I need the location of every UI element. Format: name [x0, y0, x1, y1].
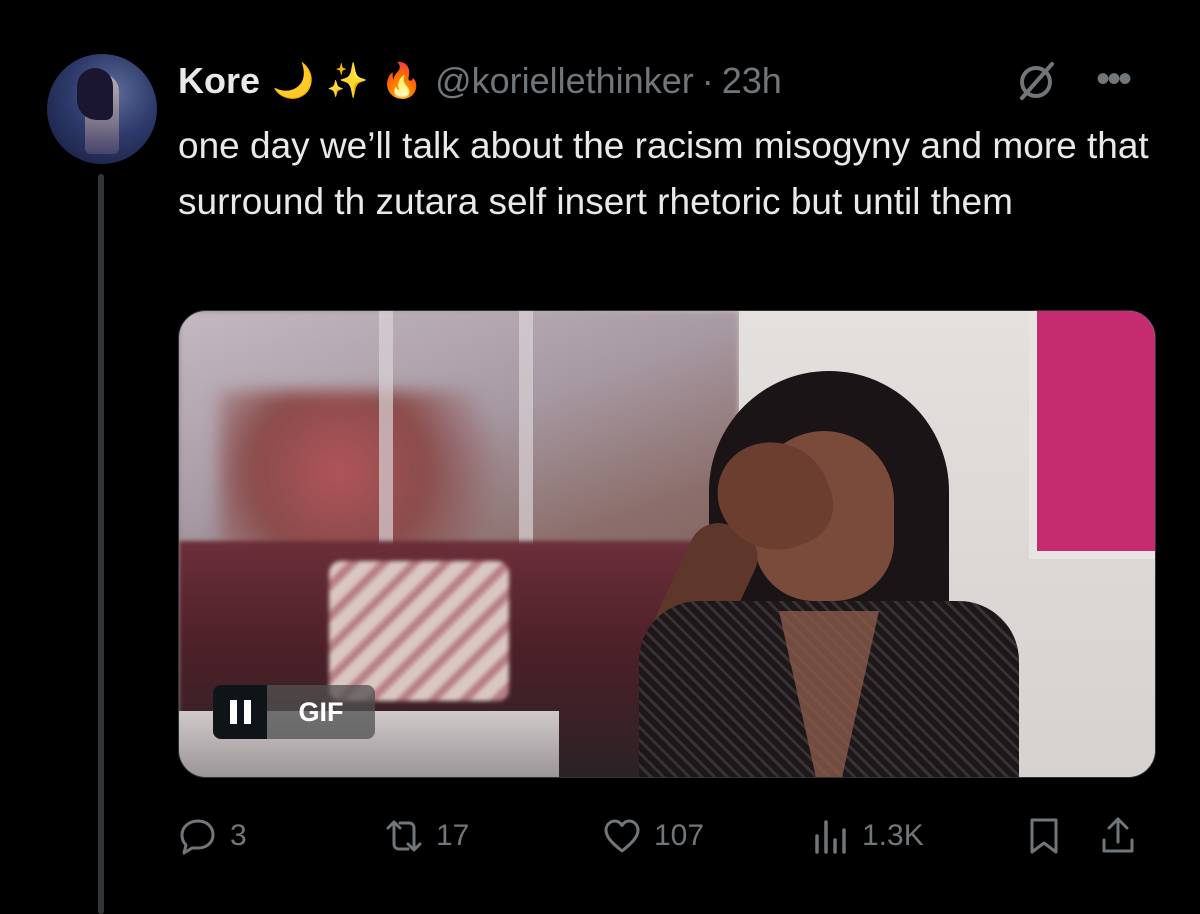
views-icon	[815, 820, 846, 854]
bookmark-button[interactable]	[1024, 810, 1076, 862]
repost-count: 17	[436, 819, 470, 852]
reply-icon	[180, 819, 215, 855]
moon-emoji: 🌙	[272, 62, 315, 100]
grok-icon[interactable]	[1014, 60, 1058, 104]
bookmark-icon	[1030, 818, 1058, 854]
pause-icon[interactable]	[213, 685, 267, 739]
author-handle[interactable]: @korielle​thinker	[435, 60, 694, 102]
avatar-hair	[77, 68, 113, 120]
tweet-actions: 3 17 107 1.3K	[178, 810, 1154, 862]
gif-pillow	[329, 561, 509, 701]
share-button[interactable]	[1098, 810, 1150, 862]
repost-icon	[386, 820, 422, 852]
views-button[interactable]: 1.3K	[810, 810, 924, 862]
reply-button[interactable]: 3	[178, 810, 247, 862]
author-name[interactable]: Kore	[178, 60, 260, 102]
reply-count: 3	[230, 819, 247, 852]
tweet-time[interactable]: 23h	[722, 60, 782, 102]
share-icon	[1102, 817, 1134, 853]
tweet-text: one day we’ll talk about the racism miso…	[178, 125, 1149, 222]
repost-button[interactable]: 17	[384, 810, 469, 862]
gif-person	[579, 371, 1049, 777]
tweet-media-gif[interactable]: GIF	[178, 310, 1156, 778]
sparkles-emoji: ✨	[326, 62, 369, 100]
views-count: 1.3K	[862, 819, 924, 852]
header-separator: ·	[701, 60, 714, 101]
more-icon[interactable]: •••	[1096, 59, 1132, 99]
thread-line	[98, 174, 104, 914]
avatar[interactable]	[47, 54, 157, 164]
like-button[interactable]: 107	[602, 810, 704, 862]
like-count: 107	[654, 819, 705, 852]
gif-badge: GIF	[213, 685, 375, 739]
tweet-header: Kore 🌙 ✨ 🔥 @korielle​thinker · 23h	[178, 56, 782, 106]
gif-label: GIF	[267, 685, 375, 739]
heart-icon	[604, 819, 640, 853]
fire-emoji: 🔥	[380, 62, 424, 100]
